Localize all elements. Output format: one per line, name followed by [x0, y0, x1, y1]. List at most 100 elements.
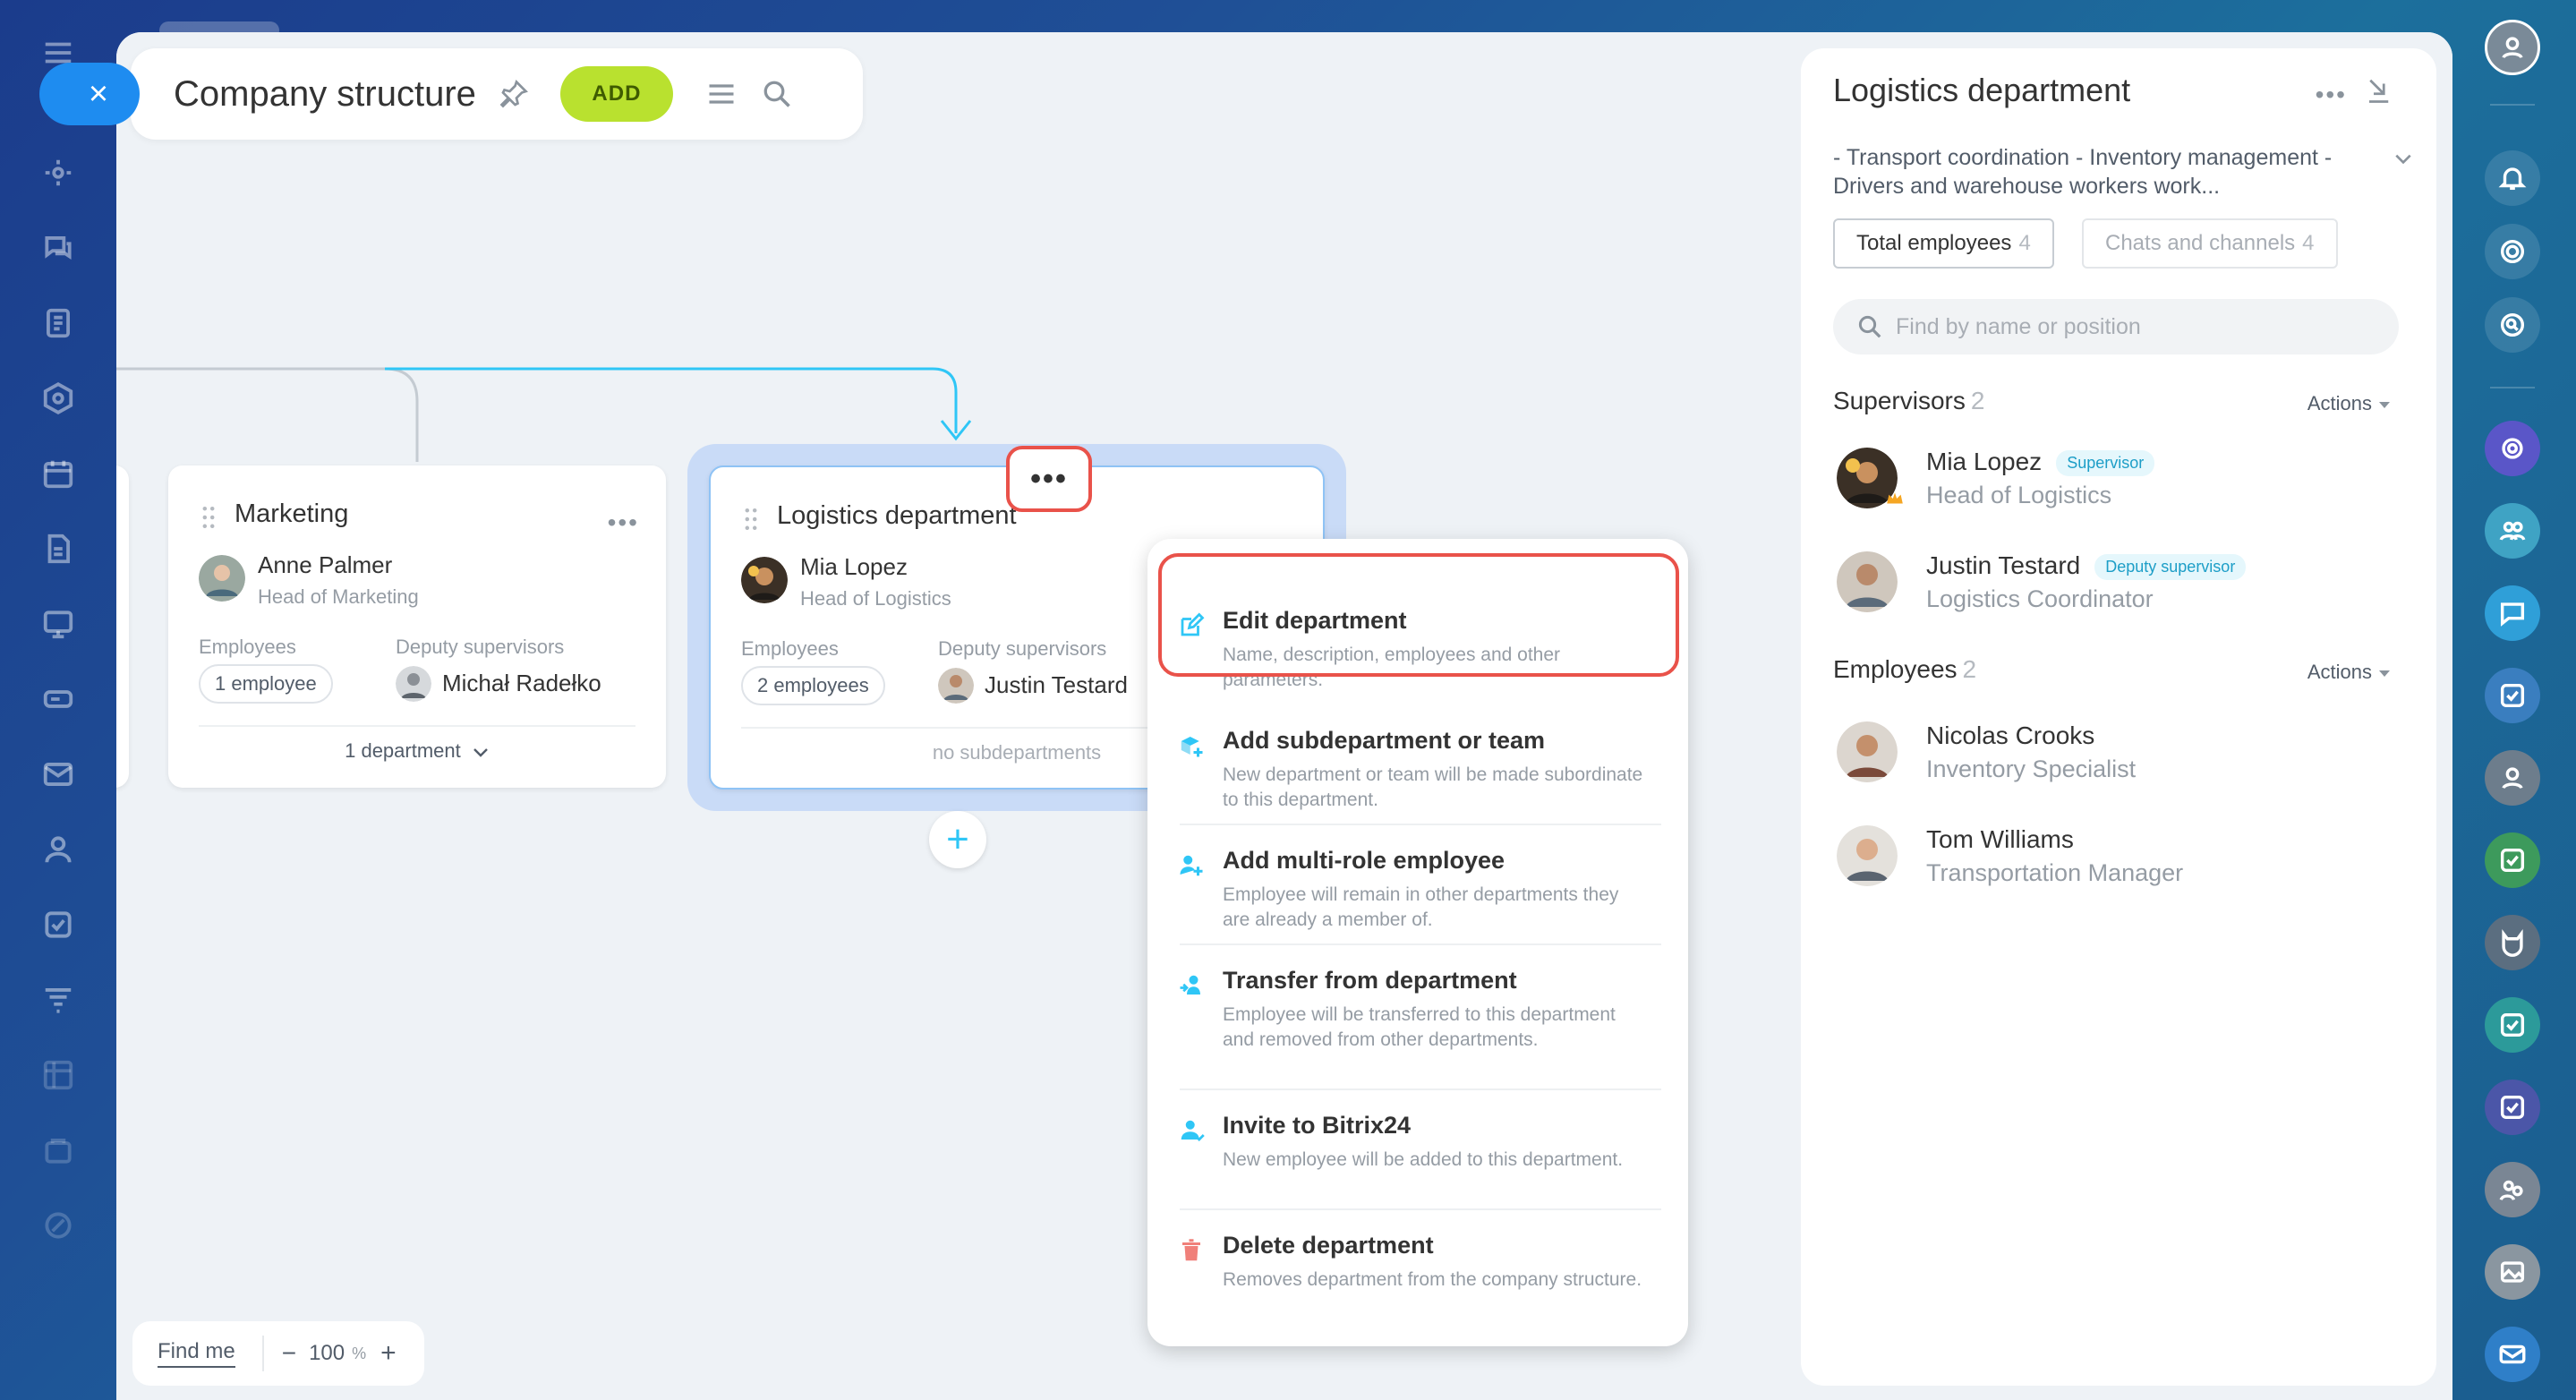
collapse-panel-icon[interactable]	[2365, 75, 2392, 106]
list-icon[interactable]	[705, 78, 738, 110]
search-icon	[1858, 315, 1881, 338]
supervisors-actions-dropdown[interactable]: Actions	[2307, 392, 2390, 415]
trash-icon	[1182, 1239, 1200, 1261]
employees-count-pill[interactable]: 2 employees	[741, 666, 885, 705]
add-button[interactable]: ADD	[559, 66, 673, 122]
pin-icon[interactable]	[498, 78, 530, 110]
contact-button-1[interactable]	[2485, 750, 2540, 806]
head-role: Head of Logistics	[800, 587, 951, 610]
task-chat-button-4[interactable]	[2485, 1080, 2540, 1135]
funnel-icon[interactable]	[39, 981, 77, 1019]
group-icon	[2499, 521, 2526, 541]
more-icon[interactable]: •••	[608, 508, 639, 537]
divider	[261, 1336, 264, 1371]
person-role: Head of Logistics	[1926, 482, 2112, 508]
menu-item-title: Add subdepartment or team	[1223, 727, 1546, 754]
notifications-button[interactable]	[2485, 150, 2540, 206]
drag-handle-icon[interactable]	[202, 505, 215, 530]
find-me-link[interactable]: Find me	[158, 1339, 235, 1368]
task-chat-button-2[interactable]	[2485, 832, 2540, 888]
task-chat-button-1[interactable]	[2485, 668, 2540, 723]
deputy-label: Deputy supervisors	[396, 636, 565, 658]
tab-total-employees[interactable]: Total employees 4	[1833, 218, 2054, 269]
section-count: 2	[1962, 655, 1977, 683]
avatar	[396, 666, 431, 702]
users-icon[interactable]	[39, 831, 77, 868]
user-icon	[2502, 37, 2523, 59]
search-input[interactable]	[1896, 310, 2379, 344]
supervisor-row[interactable]: Justin Testard Deputy supervisor Logistic…	[1833, 551, 2406, 623]
zoom-controls: Find me − 100 % +	[132, 1321, 424, 1386]
deputy-name[interactable]: Michał Radełko	[442, 670, 601, 697]
menu-item-add-subdepartment[interactable]: Add subdepartment or team New department…	[1171, 725, 1661, 824]
feed-icon[interactable]	[39, 154, 77, 192]
image-icon	[2500, 1261, 2525, 1283]
user-avatar[interactable]	[2485, 20, 2540, 75]
search-chat-button[interactable]	[2485, 297, 2540, 353]
chat-search-icon	[2500, 312, 2525, 337]
close-button[interactable]: ×	[39, 63, 140, 125]
supervisors-heading: Supervisors 2	[1833, 387, 1984, 415]
contact-button-3[interactable]	[2485, 1162, 2540, 1217]
channel-button[interactable]	[2485, 585, 2540, 641]
menu-item-transfer[interactable]: Transfer from department Employee will b…	[1171, 965, 1661, 1090]
zoom-in-button[interactable]: +	[380, 1338, 397, 1369]
supervisor-row[interactable]: Mia Lopez Supervisor Head of Logistics	[1833, 448, 2406, 519]
employees-actions-dropdown[interactable]: Actions	[2307, 661, 2390, 684]
divider	[1180, 824, 1661, 825]
group-chat-button[interactable]	[2485, 503, 2540, 559]
deputy-label: Deputy supervisors	[938, 637, 1107, 660]
board-icon[interactable]	[39, 605, 77, 643]
more-icon[interactable]: •••	[2316, 81, 2347, 109]
department-description: - Transport coordination - Inventory man…	[1833, 145, 2333, 199]
menu-item-title: Invite to Bitrix24	[1223, 1112, 1412, 1139]
calendar-icon[interactable]	[39, 455, 77, 492]
tasks-icon[interactable]	[39, 906, 77, 943]
user-icon	[2502, 767, 2523, 790]
chat-icon[interactable]	[39, 229, 77, 267]
department-more-button[interactable]: •••	[1006, 446, 1092, 512]
invite-icon	[1181, 1120, 1205, 1141]
target-icon	[2500, 239, 2525, 264]
menu-item-delete[interactable]: Delete department Removes department fro…	[1171, 1230, 1661, 1328]
app-bot-button[interactable]	[2485, 421, 2540, 476]
drag-handle-icon[interactable]	[745, 507, 757, 532]
department-detail-panel: Logistics department ••• - Transport coo…	[1801, 48, 2436, 1386]
employees-count-pill[interactable]: 1 employee	[199, 664, 333, 704]
file-icon[interactable]	[39, 530, 77, 568]
employee-row[interactable]: Tom Williams Transportation Manager	[1833, 825, 2406, 897]
person-name: Tom Williams	[1926, 825, 2074, 853]
mail-button[interactable]	[2485, 1327, 2540, 1382]
contact-button-2[interactable]	[2485, 915, 2540, 970]
grid-icon[interactable]	[39, 1056, 77, 1094]
tab-chats-and-channels[interactable]: Chats and channels 4	[2082, 218, 2338, 269]
head-name[interactable]: Anne Palmer	[258, 551, 392, 579]
menu-item-invite[interactable]: Invite to Bitrix24 New employee will be …	[1171, 1110, 1661, 1208]
store-icon[interactable]	[39, 1131, 77, 1169]
hexagon-icon[interactable]	[39, 380, 77, 417]
tab-label: Chats and channels	[2105, 231, 2296, 255]
page-title: Company structure	[174, 73, 476, 114]
deputy-name[interactable]: Justin Testard	[985, 671, 1128, 699]
search-icon[interactable]	[761, 78, 793, 110]
close-icon: ×	[88, 75, 109, 113]
task-chat-button-3[interactable]	[2485, 997, 2540, 1053]
person-role: Logistics Coordinator	[1926, 585, 2154, 612]
menu-item-add-multi-role[interactable]: Add multi-role employee Employee will re…	[1171, 845, 1661, 943]
employee-row[interactable]: Nicolas Crooks Inventory Specialist	[1833, 721, 2406, 793]
document-icon[interactable]	[39, 304, 77, 342]
subdepartments-toggle[interactable]: 1 department	[168, 739, 666, 763]
message-icon	[2500, 602, 2525, 627]
contact-button-4[interactable]	[2485, 1244, 2540, 1300]
head-name[interactable]: Mia Lopez	[800, 553, 908, 581]
partial-department-card[interactable]	[116, 465, 129, 788]
mail-icon[interactable]	[39, 755, 77, 793]
add-child-button[interactable]: +	[929, 811, 986, 868]
zoom-out-button[interactable]: −	[282, 1339, 296, 1368]
chevron-down-icon[interactable]	[2393, 149, 2413, 168]
copilot-button[interactable]	[2485, 224, 2540, 279]
settings-icon[interactable]	[39, 1207, 77, 1244]
department-card-marketing[interactable]: Marketing ••• Anne Palmer Head of Market…	[168, 465, 666, 788]
drive-icon[interactable]	[39, 680, 77, 718]
tab-label: Total employees	[1856, 231, 2012, 255]
